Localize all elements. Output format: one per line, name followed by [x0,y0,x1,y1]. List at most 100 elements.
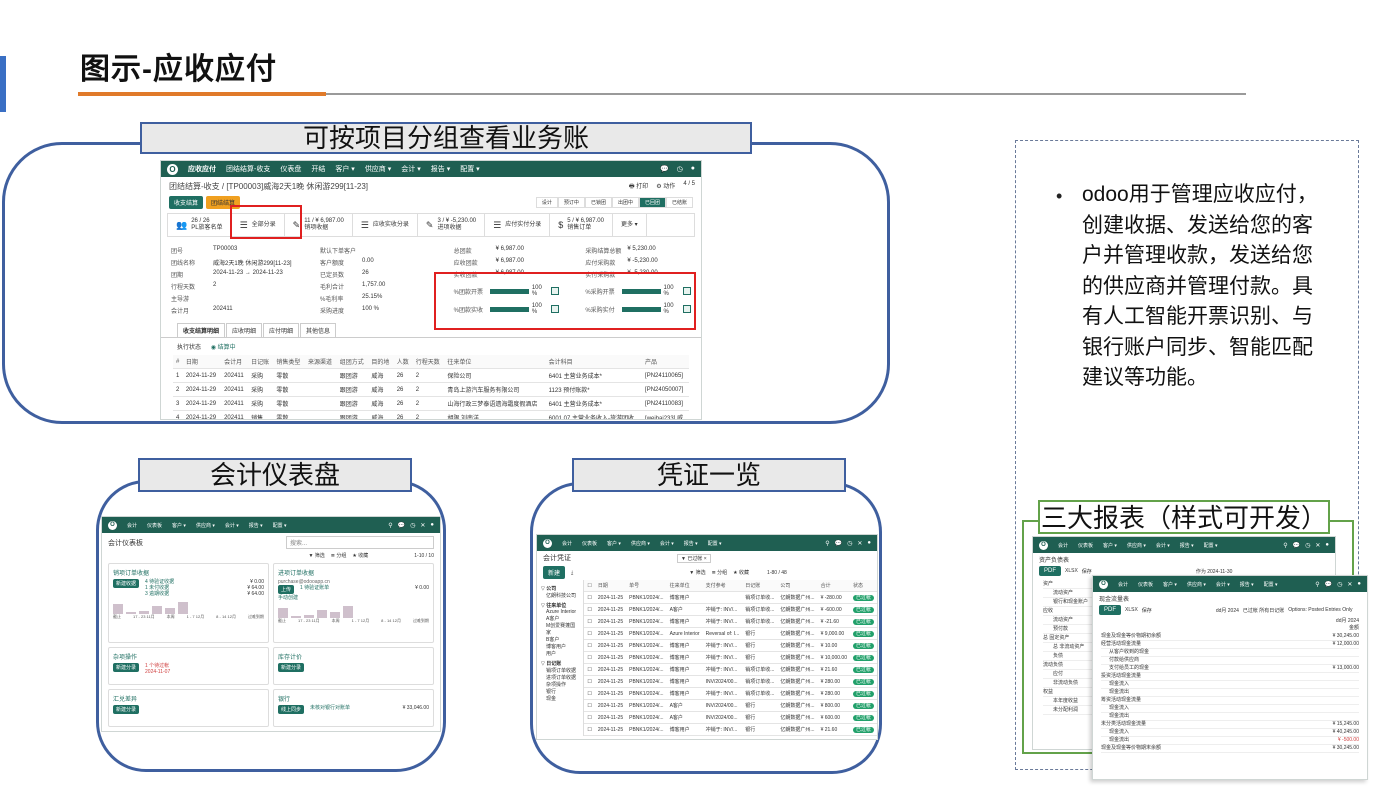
table-row[interactable]: ☐ 2024-11-25 PBNK1/2024/... A客户 INV/2024/00.… [584,699,877,712]
card-title[interactable]: 汇兑差异 [113,694,264,703]
col-header-3[interactable]: 日记账 [248,355,274,369]
cashflow-row[interactable]: 现金及现金等价物期末余额 ¥ 30,245.00 [1101,745,1359,753]
table-row[interactable]: 2 2024-11-29 202411 采购 零散 跟团游 威海 26 2 青岛上游汽车服务有限公… [173,382,689,397]
row-checkbox[interactable]: ☐ [584,615,595,628]
card-button[interactable]: 上传 [278,585,295,594]
sidebar-item[interactable]: 用户 [541,650,579,657]
sidebar-item[interactable]: 银行 [541,688,579,695]
menu-customers[interactable]: 客户 ▾ [335,164,354,174]
col-header-7[interactable]: 状态 [849,580,877,592]
clock-icon[interactable]: ◷ [1337,581,1342,588]
table-row[interactable]: ☐ 2024-11-25 PBNK1/2024/... 博客用户 冲销于: INV/..… [584,615,877,628]
cashflow-row[interactable]: 现金流出 [1101,713,1359,721]
settings-icon[interactable]: ✕ [1315,542,1320,549]
menu-item-6[interactable]: 配置 ▾ [708,540,722,547]
row-checkbox[interactable]: ☐ [584,627,595,640]
sidebar-item[interactable]: 销项订单收据 [541,667,579,674]
cashflow-row[interactable]: 付款给供应商 [1101,657,1359,665]
settings-icon[interactable]: ✕ [420,522,425,529]
cashflow-row[interactable]: 现金流入 ¥ 40,245.00 [1101,729,1359,737]
col-header-0[interactable]: 日期 [594,580,627,592]
menu-reports[interactable]: 报告 ▾ [431,164,450,174]
menu-item-0[interactable]: 会计 [1058,542,1068,549]
sidebar-item[interactable]: 博客用户 [541,643,579,650]
table-row[interactable]: 4 2024-11-29 202411 销售 零散 跟团游 威海 26 2 胡限 刘南洋 6001.… [173,410,689,419]
col-header-3[interactable]: 支付参考 [702,580,743,592]
menu-item-3[interactable]: 供应商 ▾ [1187,581,1206,588]
avatar[interactable]: ● [430,522,434,529]
row-checkbox[interactable]: ☐ [584,723,595,736]
table-row[interactable]: ☐ 2024-11-25 PBNK1/2024/... 博客用户 冲销于: INV/..… [584,639,877,652]
menu-item-6[interactable]: 配置 ▾ [1204,542,1218,549]
bug-icon[interactable]: ⚲ [388,522,392,529]
menu-item-4[interactable]: 会计 ▾ [1156,542,1170,549]
menu-settle[interactable]: 团结结算-收支 [226,164,270,174]
dashboard-pager[interactable]: 1-10 / 10 [414,553,434,559]
table-row[interactable]: 1 2024-11-29 202411 采购 零散 跟团游 威海 26 2 保险公司 6401 主营… [173,368,689,383]
menu-app[interactable]: 应收应付 [188,164,216,174]
col-header-6[interactable]: 合计 [817,580,850,592]
stage-1[interactable]: 预订中 [557,197,585,208]
menu-item-5[interactable]: 报告 ▾ [684,540,698,547]
breadcrumb[interactable]: 团结结算-收支 / [TP00003]威海2天1晚 休闲游299[11-23] [161,177,376,196]
tab-1[interactable]: 应收明细 [226,323,263,337]
menu-item-5[interactable]: 报告 ▾ [249,522,263,529]
card-title[interactable]: 库存计价 [278,652,429,661]
cashflow-pdf-button[interactable]: PDF [1099,605,1121,615]
clock-icon[interactable]: ◷ [1305,542,1310,549]
stage-2[interactable]: 已锁团 [584,197,612,208]
card-line[interactable]: 2024-11-07 [145,669,170,675]
stat-button-3[interactable]: ☰ 应收实收分录 [353,214,418,236]
sidebar-item[interactable]: 现金 [541,695,579,702]
cashflow-row[interactable]: 支付给员工的现金 ¥ 13,000.00 [1101,665,1359,673]
table-row[interactable]: ☐ 2024-11-25 PBNK1/2024/... 博客用户 销项订单收... 亿朗数… [584,591,877,604]
sidebar-group-title[interactable]: ▽ 公司 [541,585,579,592]
table-row[interactable]: ☐ 2024-11-25 PBNK1/2024/... 博客用户 INV/2024/00… [584,675,877,688]
stat-button-0[interactable]: 👥 26 / 26 PL旅客名单 [168,214,232,236]
cashflow-row[interactable]: 现金及现金等价物期初余额 ¥ 30,245.00 [1101,633,1359,641]
stat-button-7[interactable]: 更多 ▾ [613,214,647,236]
table-row[interactable]: 3 2024-11-29 202411 采购 零散 跟团游 威海 26 2 山海行政三梦泰语遗海霜… [173,396,689,411]
menu-item-6[interactable]: 配置 ▾ [1264,581,1278,588]
cashflow-row[interactable]: 现金流入 [1101,681,1359,689]
col-header-10[interactable]: 往来单位 [444,355,546,369]
cashflow-row[interactable]: 从客户收到的现金 [1101,649,1359,657]
cashflow-row[interactable]: 未分类活动现金流量 ¥ 15,245.00 [1101,721,1359,729]
table-row[interactable]: ☐ 2024-11-25 PBNK1/2024/... A客户 冲销于: INV/...… [584,603,877,616]
menu-dashboard[interactable]: 仪表盘 [280,164,301,174]
table-row[interactable]: ☐ 2024-11-25 PBNK1/2024/... 博客用户 冲销于: INV/..… [584,687,877,700]
group-button[interactable]: ≣ 分组 [331,552,347,559]
clock-icon[interactable]: ◷ [410,522,415,529]
menu-item-1[interactable]: 仪表板 [1138,581,1153,588]
stage-0[interactable]: 设计 [535,197,558,208]
menu-item-1[interactable]: 仪表板 [582,540,597,547]
col-header-9[interactable]: 行程天数 [412,355,445,369]
card-button[interactable]: 新建分录 [113,705,140,714]
col-header-11[interactable]: 会计科目 [545,355,643,369]
col-header-4[interactable]: 日记账 [742,580,778,592]
cashflow-save-button[interactable]: 保存 [1142,607,1152,614]
sidebar-group-title[interactable]: ▽ 往来单位 [541,602,579,609]
menu-item-2[interactable]: 客户 ▾ [1163,581,1177,588]
col-header-7[interactable]: 目的地 [368,355,394,369]
menu-item-5[interactable]: 报告 ▾ [1180,542,1194,549]
sidebar-item[interactable]: B客户 [541,636,579,643]
card-link[interactable]: 手动创建 [278,594,429,601]
tab-2[interactable]: 应付明细 [263,323,300,337]
menu-item-1[interactable]: 仪表板 [147,522,162,529]
card-title[interactable]: 银行 [278,694,429,703]
avatar[interactable]: ● [1357,581,1361,588]
cashflow-row[interactable]: 现金流出 ¥ -500.00 [1101,737,1359,745]
col-header-8[interactable]: 人数 [393,355,413,369]
chat-icon[interactable]: 💬 [1293,542,1300,549]
card-button[interactable]: 新建分录 [113,663,140,672]
menu-item-0[interactable]: 会计 [1118,581,1128,588]
card-line[interactable]: 未核对银行对账单 [310,705,350,711]
table-row[interactable]: ☐ 2024-11-25 PBNK1/2024/... A客户 INV/2024/00.… [584,711,877,724]
print-button[interactable]: 🖶 打印 [629,181,648,192]
balance-pdf-button[interactable]: PDF [1039,566,1061,576]
cashflow-xlsx-button[interactable]: XLSX [1125,607,1138,613]
card-button[interactable]: 线上同步 [278,705,305,714]
row-checkbox[interactable]: ☐ [584,675,595,688]
favorite-button[interactable]: ★ 收藏 [352,552,368,559]
